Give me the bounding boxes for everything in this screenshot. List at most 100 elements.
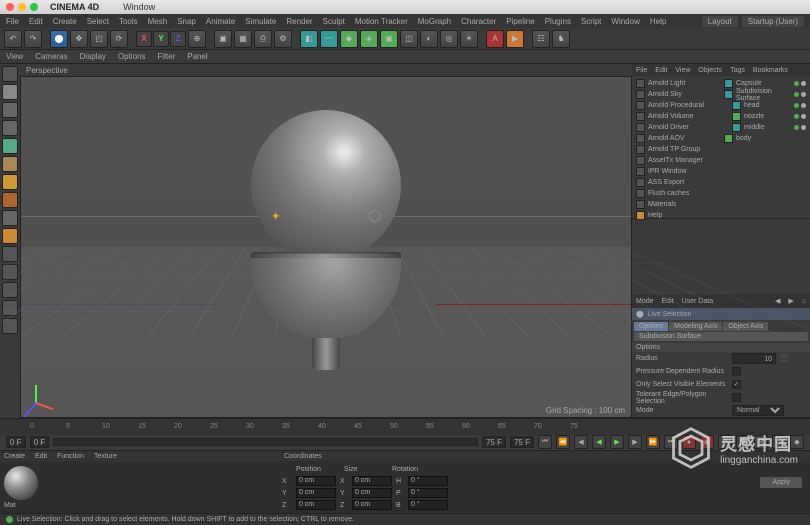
menu-select[interactable]: Select [87,17,109,26]
redo-button[interactable]: ↷ [24,30,42,48]
add-light-button[interactable]: ☀ [460,30,478,48]
key-position-button[interactable]: P [718,435,732,449]
tweak-mode-button[interactable] [2,228,18,244]
display-menu[interactable]: Display [80,52,106,61]
start-frame-field[interactable]: 0 F [6,436,26,448]
timeline-ruler[interactable]: 051015202530354045505560657075 [0,419,810,435]
filter-menu[interactable]: Filter [157,52,175,61]
pos-x-field[interactable]: 0 cm [296,476,336,486]
render-region-button[interactable]: ▦ [234,30,252,48]
mode-select[interactable]: Normal [732,405,784,416]
add-generator-button[interactable]: ◆ [340,30,358,48]
menu-character[interactable]: Character [461,17,496,26]
mac-menu-window[interactable]: Window [123,2,155,12]
size-x-field[interactable]: 0 cm [352,476,392,486]
arnold-ipr-window[interactable]: IPR Window [634,166,718,177]
viewport-tab-perspective[interactable]: Perspective [26,66,68,75]
menu-edit[interactable]: Edit [29,17,43,26]
material-item[interactable]: Mat [4,466,38,509]
mat-texture[interactable]: Texture [94,453,117,460]
next-key-button[interactable]: ⏩ [646,435,660,449]
add-subdivision-button[interactable]: ◈ [360,30,378,48]
edge-mode-button[interactable] [2,156,18,172]
prev-key-button[interactable]: ⏪ [556,435,570,449]
prev-frame-button[interactable]: ◀ [574,435,588,449]
render-picture-viewer-button[interactable]: ⎙ [254,30,272,48]
arnold-driver[interactable]: Arnold Driver [634,122,718,133]
add-deformer-button[interactable]: ◫ [400,30,418,48]
visible-checkbox[interactable] [732,380,741,389]
axis-y-toggle[interactable]: Y [153,31,169,47]
axis-mode-button[interactable] [2,210,18,226]
add-spline-button[interactable]: 〰 [320,30,338,48]
coord-system-button[interactable]: ⊕ [188,30,206,48]
radius-input[interactable]: 10 [732,353,776,364]
arnold-volume[interactable]: Arnold Volume [634,111,718,122]
viewport-3d[interactable]: ✦ Grid Spacing : 100 cm [20,76,632,418]
model-capsule[interactable] [251,110,401,370]
menu-snap[interactable]: Snap [177,17,196,26]
texture-mode-button[interactable] [2,102,18,118]
menu-motion-tracker[interactable]: Motion Tracker [355,17,408,26]
goto-start-button[interactable]: ⏮ [538,435,552,449]
workplane-mode-button[interactable] [2,120,18,136]
end-frame-field[interactable]: 75 F [510,436,534,448]
add-cube-button[interactable]: ◧ [300,30,318,48]
menu-pipeline[interactable]: Pipeline [506,17,534,26]
key-param-button[interactable]: ◇ [772,435,786,449]
hierarchy-body[interactable]: body [722,133,808,144]
key-rotation-button[interactable]: R [754,435,768,449]
om-tags[interactable]: Tags [730,67,745,74]
hierarchy-head[interactable]: head [722,100,808,111]
arnold-ass-export[interactable]: ASS Export [634,177,718,188]
om-objects[interactable]: Objects [698,67,722,74]
rot-b-field[interactable]: 0 ° [408,500,448,510]
tolerant-checkbox[interactable] [732,393,741,402]
cameras-menu[interactable]: Cameras [35,52,67,61]
om-bookmarks[interactable]: Bookmarks [753,67,788,74]
menu-file[interactable]: File [6,17,19,26]
polygon-mode-button[interactable] [2,174,18,190]
om-view[interactable]: View [675,67,690,74]
arnold-light[interactable]: Arnold Light [634,78,718,89]
menu-render[interactable]: Render [286,17,312,26]
rot-h-field[interactable]: 0 ° [408,476,448,486]
play-back-button[interactable]: ◀ [592,435,606,449]
nav-back-icon[interactable]: ◀ [775,297,780,305]
layout-dropdown[interactable]: Startup (User) [742,16,804,27]
menu-help[interactable]: Help [650,17,666,26]
axis-x-toggle[interactable]: X [136,31,152,47]
undo-button[interactable]: ↶ [4,30,22,48]
menu-mesh[interactable]: Mesh [148,17,168,26]
rot-p-field[interactable]: 0 ° [408,488,448,498]
key-scale-button[interactable]: S [736,435,750,449]
menu-create[interactable]: Create [53,17,77,26]
menu-animate[interactable]: Animate [206,17,235,26]
render-settings-button[interactable]: ⚙ [274,30,292,48]
make-editable-button[interactable] [2,66,18,82]
pos-z-field[interactable]: 0 cm [296,500,336,510]
next-frame-button[interactable]: ▶ [628,435,642,449]
arnold-materials[interactable]: Materials [634,199,718,210]
rotate-tool-button[interactable]: ⟳ [110,30,128,48]
maximize-icon[interactable] [30,3,38,11]
content-browser-button[interactable]: ☷ [532,30,550,48]
apply-button[interactable]: Apply [760,477,802,488]
model-mode-button[interactable] [2,84,18,100]
live-selection-button[interactable]: ⬤ [50,30,68,48]
mat-function[interactable]: Function [57,453,84,460]
menu-simulate[interactable]: Simulate [245,17,276,26]
size-z-field[interactable]: 0 cm [352,500,392,510]
arnold-flush-caches[interactable]: Flush caches [634,188,718,199]
arnold-ipr-button[interactable]: A [486,30,504,48]
menu-plugins[interactable]: Plugins [545,17,571,26]
om-edit[interactable]: Edit [655,67,667,74]
axis-z-toggle[interactable]: Z [170,31,186,47]
panel-menu[interactable]: Panel [187,52,207,61]
radius-spinner[interactable] [780,353,788,364]
mat-edit[interactable]: Edit [35,453,47,460]
autokey-button[interactable]: ◉ [700,435,714,449]
menu-window[interactable]: Window [611,17,639,26]
current-frame-field[interactable]: 0 F [30,436,50,448]
add-camera-button[interactable]: ◎ [440,30,458,48]
